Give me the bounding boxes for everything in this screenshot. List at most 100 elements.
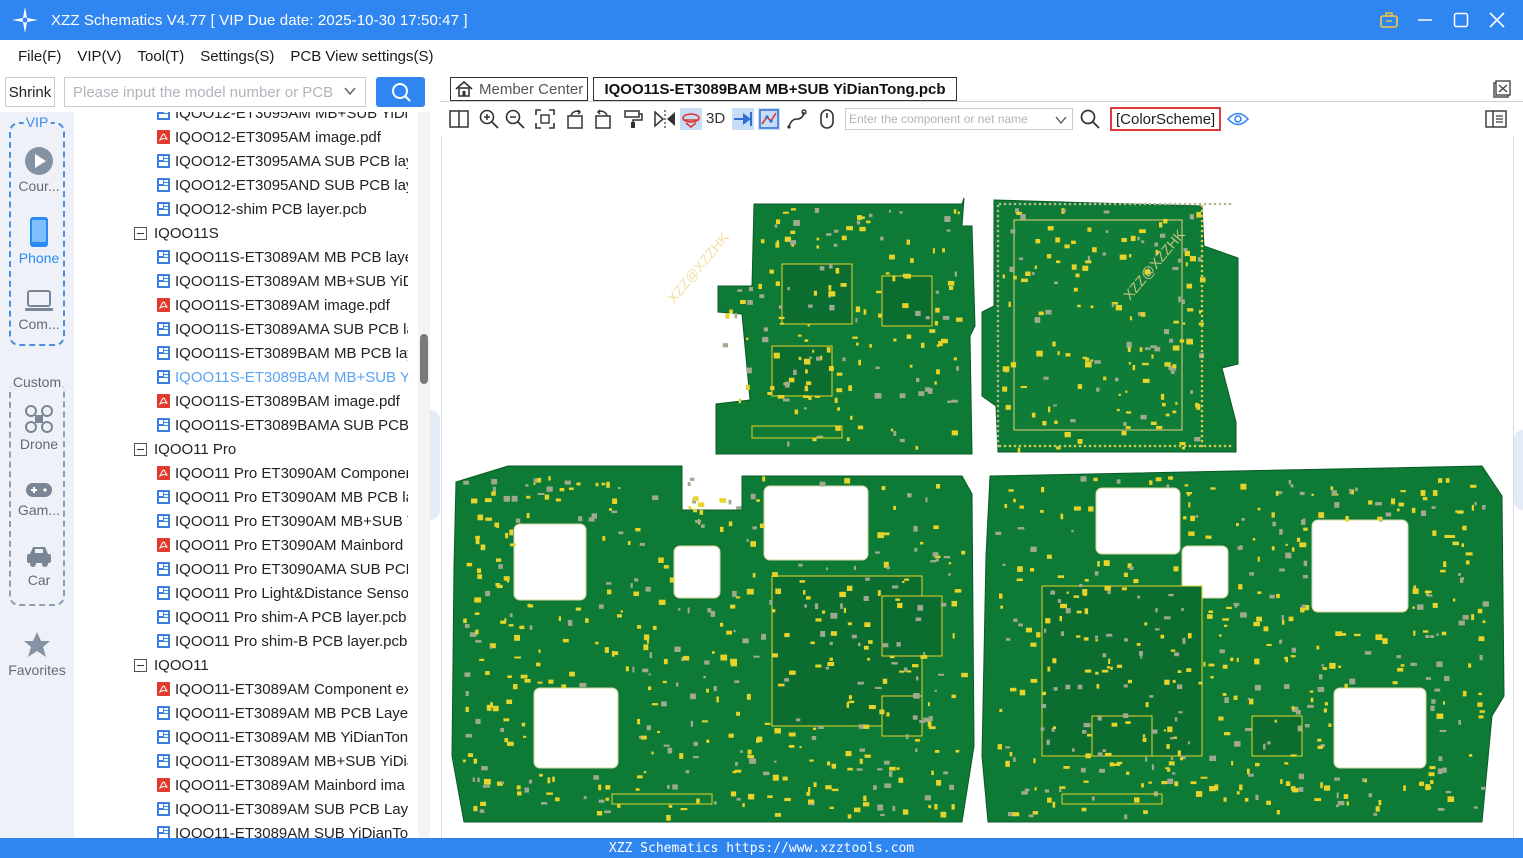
pcb-file-icon [157,202,170,216]
tree-file-item[interactable]: IQOO11S-ET3089AM MB+SUB YiD [156,269,408,293]
probe-button[interactable] [786,108,808,130]
mirror-button[interactable] [654,108,676,130]
pcb-pad [1160,634,1165,639]
tree-file-item[interactable]: IQOO11-ET3089AM MB YiDianTon [156,725,408,749]
component-search-button[interactable] [1079,108,1101,130]
rotate-right-button[interactable] [592,108,614,130]
chevron-down-icon[interactable] [1054,113,1068,127]
tree-file-item[interactable]: IQOO12-ET3095AMA SUB PCB laye [156,149,408,173]
tree-file-item[interactable]: IQOO12-ET3095AND SUB PCB laye [156,173,408,197]
menu-file[interactable]: File(F) [18,48,61,65]
rail-item-car[interactable]: Car [11,544,67,588]
menu-tool[interactable]: Tool(T) [138,48,185,65]
tree-file-item[interactable]: IQOO11S-ET3089BAM MB+SUB Yi [156,365,408,389]
color-scheme-button[interactable]: [ColorScheme] [1110,107,1222,131]
tree-item-label: IQOO11S-ET3089BAM image.pdf [175,392,400,410]
three-d-button[interactable]: 3D [706,110,725,127]
tree-scrollbar-track[interactable] [418,112,430,838]
close-button[interactable] [1483,6,1511,34]
mouse-mode-button[interactable] [816,108,838,130]
tree-scrollbar-thumb[interactable] [420,334,428,384]
collapse-toggle-icon[interactable] [134,226,147,240]
tree-file-item[interactable]: IQOO11-ET3089AM Component ex [156,677,408,701]
tree-file-item[interactable]: IQOO11-ET3089AM SUB PCB Layer [156,797,408,821]
shrink-button[interactable]: Shrink [5,77,55,107]
tree-file-item[interactable]: IQOO11-ET3089AM MB+SUB YiDia [156,749,408,773]
pcb-pad [1285,552,1292,559]
diode-mode-button[interactable] [758,108,780,130]
tree-file-item[interactable]: IQOO11 Pro shim-A PCB layer.pcb [156,605,408,629]
tree-file-item[interactable]: IQOO11 Pro ET3090AM Mainbord [156,533,408,557]
right-panel-handle[interactable] [1514,430,1523,510]
tree-file-item[interactable]: IQOO11 Pro ET3090AM MB PCB la [156,485,408,509]
tree-file-item[interactable]: IQOO11-ET3089AM Mainbord ima [156,773,408,797]
tree-file-item[interactable]: IQOO11S-ET3089AM image.pdf [156,293,408,317]
rail-item-computer[interactable]: Com... [11,288,67,332]
pcb-pad [704,660,710,665]
side-panel-button[interactable] [1485,108,1507,130]
rail-item-favorites[interactable]: Favorites [0,630,74,678]
search-button[interactable] [376,77,425,107]
close-all-tabs-icon[interactable] [1493,80,1511,98]
tab-member-center[interactable]: Member Center [450,77,588,101]
collapse-toggle-icon[interactable] [134,658,147,672]
rail-item-courses[interactable]: Cour... [11,146,67,194]
collapse-toggle-icon[interactable] [134,442,147,456]
tree-file-item[interactable]: IQOO11 Pro ET3090AMA SUB PCB [156,557,408,581]
visibility-button[interactable] [1227,108,1249,130]
tree-file-item[interactable]: IQOO12-ET3095AM MB+SUB YiDia [156,112,408,125]
rail-item-gaming[interactable]: Gam... [11,480,67,518]
tree-folder[interactable]: IQOO11 Pro [134,437,414,461]
component-search-input[interactable]: Enter the component or net name [845,108,1073,130]
tree-file-item[interactable]: IQOO11S-ET3089AMA SUB PCB lay [156,317,408,341]
tree-file-item[interactable]: IQOO11 Pro shim-B PCB layer.pcb [156,629,408,653]
rail-item-drone[interactable]: Drone [11,404,67,452]
tree-file-item[interactable]: IQOO11S-ET3089BAM image.pdf [156,389,408,413]
tree-file-item[interactable]: IQOO11S-ET3089BAM MB PCB lay [156,341,408,365]
tree-file-item[interactable]: IQOO11-ET3089AM MB PCB Layer. [156,701,408,725]
pcb-pad [1060,631,1065,636]
pcb-pad [752,526,757,530]
pcb-pad [1195,515,1199,518]
pcb-canvas[interactable]: XZZ@XZZHK XZZ@XZZHK [441,136,1514,838]
pcb-pad [1309,690,1314,693]
tree-folder[interactable]: IQOO11 [134,653,414,677]
tree-file-item[interactable]: IQOO12-ET3095AM image.pdf [156,125,408,149]
maximize-button[interactable] [1447,6,1475,34]
menu-pcb-view-settings[interactable]: PCB View settings(S) [290,48,433,65]
rail-item-phone[interactable]: Phone [11,216,67,266]
tab-active-pcb[interactable]: IQOO11S-ET3089BAM MB+SUB YiDianTong.pcb [593,77,957,101]
pcb-pad [520,674,528,679]
menu-vip[interactable]: VIP(V) [77,48,121,65]
chevron-down-icon[interactable] [343,84,357,98]
pcb-pad [1179,339,1185,343]
tree-item-label: IQOO11S-ET3089AM MB PCB layer [175,248,408,266]
zoom-out-button[interactable] [504,108,526,130]
tree-file-item[interactable]: IQOO11-ET3089AM SUB YiDianTor [156,821,408,838]
pcb-pad [759,294,765,299]
tree-file-item[interactable]: IQOO11S-ET3089AM MB PCB layer [156,245,408,269]
fit-view-button[interactable] [534,108,556,130]
pcb-via [1018,202,1022,206]
pcb-pad [1010,229,1016,234]
menu-settings[interactable]: Settings(S) [200,48,274,65]
model-search-input[interactable]: Please input the model number or PCB [64,77,366,107]
net-highlight-button[interactable] [732,108,754,130]
pcb-board-view[interactable]: XZZ@XZZHK XZZ@XZZHK [442,136,1513,838]
format-painter-button[interactable] [622,108,644,130]
panel-collapse-handle[interactable] [430,410,440,520]
pcb-pad [902,809,909,815]
tree-file-item[interactable]: IQOO11 Pro ET3090AM Componer [156,461,408,485]
vip-badge-button[interactable] [1375,6,1403,34]
minimize-button[interactable] [1411,6,1439,34]
tree-file-item[interactable]: IQOO12-shim PCB layer.pcb [156,197,408,221]
tree-folder[interactable]: IQOO11S [134,221,414,245]
tree-file-item[interactable]: IQOO11 Pro Light&Distance Senso [156,581,408,605]
pcb-pad [529,625,533,630]
rotate-left-button[interactable] [564,108,586,130]
bottom-layer-button[interactable] [680,108,702,130]
tree-file-item[interactable]: IQOO11S-ET3089BAMA SUB PCB la [156,413,408,437]
zoom-in-button[interactable] [478,108,500,130]
tree-file-item[interactable]: IQOO11 Pro ET3090AM MB+SUB Y [156,509,408,533]
split-view-button[interactable] [448,108,470,130]
